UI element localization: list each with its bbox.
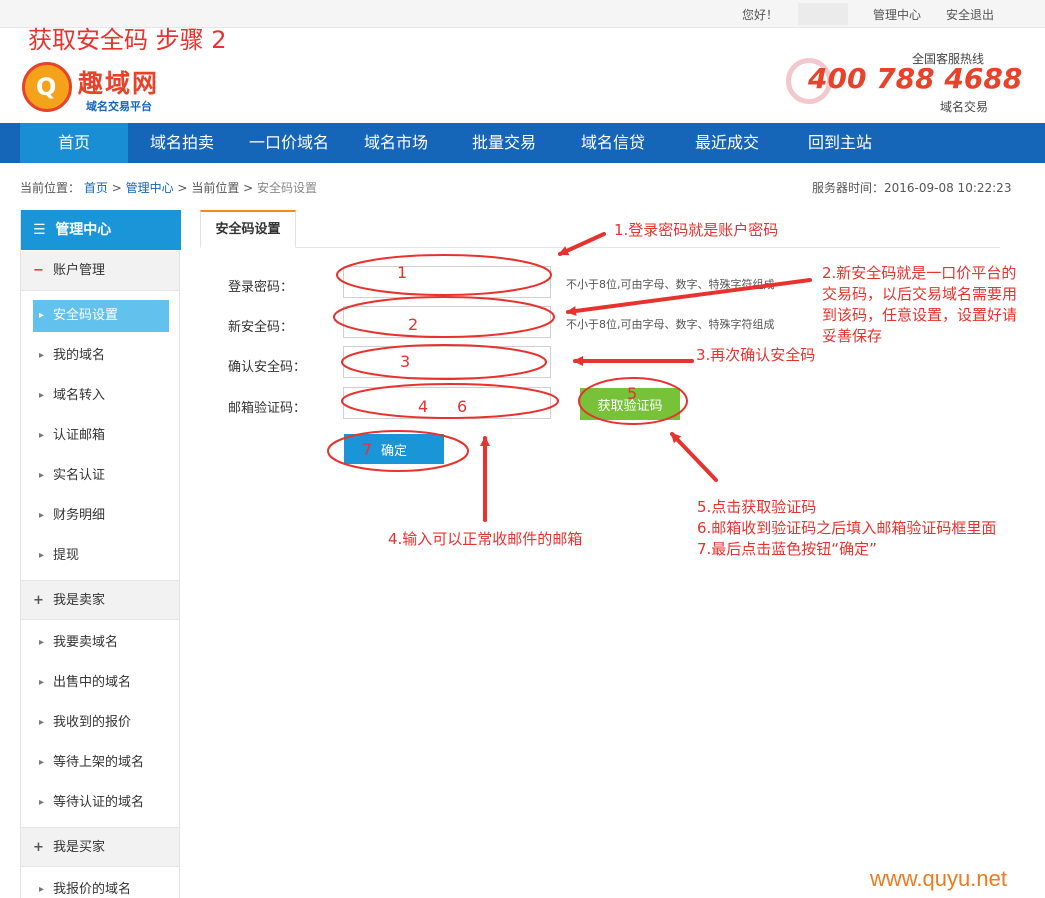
tab-bar: 安全码设置 xyxy=(200,210,1000,248)
logout-link[interactable]: 安全退出 xyxy=(946,6,994,23)
nav-item-home[interactable]: 首页 xyxy=(20,123,128,163)
step-number: 2 xyxy=(408,315,419,334)
nav-item-fixed-price[interactable]: 一口价域名 xyxy=(236,123,342,163)
server-time: 服务器时间：2016-09-08 10:22:23 xyxy=(812,181,1012,195)
step-number: 3 xyxy=(400,352,411,371)
sidebar-group-account[interactable]: − 账户管理 xyxy=(21,251,179,291)
breadcrumb: 当前位置： 首页 > 管理中心 > 当前位置 > 安全码设置 xyxy=(20,179,317,196)
hotline-number: 400 788 4688 xyxy=(808,62,1023,95)
breadcrumb-separator: > xyxy=(243,181,254,195)
hotline-sub: 域名交易 xyxy=(940,100,989,114)
breadcrumb-separator: > xyxy=(177,181,188,195)
sidebar-item-my-offers[interactable]: 我报价的域名 xyxy=(33,874,169,898)
logo-icon: Q xyxy=(22,62,72,112)
menu-icon: ☰ xyxy=(33,222,46,238)
expand-icon: + xyxy=(33,593,44,608)
breadcrumb-home[interactable]: 首页 xyxy=(84,181,108,195)
breadcrumb-current: 当前位置 xyxy=(191,181,240,195)
admin-center-link[interactable]: 管理中心 xyxy=(873,6,921,23)
breadcrumb-separator: > xyxy=(111,181,122,195)
confirm-code-label: 确认安全码： xyxy=(228,360,307,375)
nav-item-bulk[interactable]: 批量交易 xyxy=(450,123,558,163)
step-number: 7 xyxy=(362,440,373,459)
annotation-3: 3.再次确认安全码 xyxy=(696,346,816,364)
new-code-hint: 不小于8位,可由字母、数字、特殊字符组成 xyxy=(566,318,775,331)
sidebar-title: 管理中心 xyxy=(55,222,112,238)
sidebar-header: ☰ 管理中心 xyxy=(21,210,181,250)
step-number: 1 xyxy=(397,263,408,282)
step-number: 4 xyxy=(418,397,429,416)
watermark: www.quyu.net xyxy=(870,866,1007,891)
logo-name: 趣域网 xyxy=(78,69,160,98)
sidebar-group-buyer[interactable]: + 我是买家 xyxy=(21,827,179,867)
breadcrumb-page: 安全码设置 xyxy=(257,181,318,195)
sidebar-item-my-domains[interactable]: 我的域名 xyxy=(33,340,169,372)
nav-item-recent-deals[interactable]: 最近成交 xyxy=(668,123,786,163)
topbar-divider xyxy=(798,3,848,25)
sidebar-item-real-name[interactable]: 实名认证 xyxy=(33,460,169,492)
annotation-2: 2.新安全码就是一口价平台的 交易码，以后交易域名需要用 到该码，任意设置，设置… xyxy=(822,264,1018,345)
sidebar-group-seller[interactable]: + 我是卖家 xyxy=(21,580,179,620)
sidebar-item-received-offers[interactable]: 我收到的报价 xyxy=(33,707,169,739)
expand-icon: + xyxy=(33,840,44,855)
breadcrumb-prefix: 当前位置： xyxy=(20,181,81,195)
site-logo[interactable]: Q 趣域网 域名交易平台 xyxy=(22,62,182,114)
sidebar-item-awaiting-listing[interactable]: 等待上架的域名 xyxy=(33,747,169,779)
nav-item-market[interactable]: 域名市场 xyxy=(342,123,450,163)
nav-item-main-site[interactable]: 回到主站 xyxy=(786,123,894,163)
sidebar-group-label: 我是买家 xyxy=(53,840,106,855)
email-code-label: 邮箱验证码： xyxy=(228,401,307,416)
tab-security-code[interactable]: 安全码设置 xyxy=(200,210,296,248)
sidebar-item-sell-domain[interactable]: 我要卖域名 xyxy=(33,627,169,659)
step-number: 5 xyxy=(627,384,638,403)
annotation-1: 1.登录密码就是账户密码 xyxy=(614,221,779,239)
breadcrumb-admin[interactable]: 管理中心 xyxy=(126,181,174,195)
nav-item-auction[interactable]: 域名拍卖 xyxy=(128,123,236,163)
main-nav: 首页 域名拍卖 一口价域名 域名市场 批量交易 域名信贷 最近成交 回到主站 xyxy=(0,123,1045,163)
password-hint: 不小于8位,可由字母、数字、特殊字符组成 xyxy=(566,278,775,291)
login-password-input[interactable] xyxy=(343,266,551,298)
sidebar-item-awaiting-verification[interactable]: 等待认证的域名 xyxy=(33,787,169,819)
sidebar-item-verify-email[interactable]: 认证邮箱 xyxy=(33,420,169,452)
new-code-input[interactable] xyxy=(343,306,551,338)
collapse-icon: − xyxy=(33,263,44,278)
sidebar-item-transfer-in[interactable]: 域名转入 xyxy=(33,380,169,412)
nav-item-credit[interactable]: 域名信贷 xyxy=(558,123,668,163)
annotation-5: 5.点击获取验证码 6.邮箱收到验证码之后填入邮箱验证码框里面 7.最后点击蓝色… xyxy=(697,498,997,558)
new-code-label: 新安全码： xyxy=(228,320,294,335)
sidebar-item-on-sale[interactable]: 出售中的域名 xyxy=(33,667,169,699)
greeting-text: 您好！ xyxy=(742,8,779,22)
login-password-label: 登录密码： xyxy=(228,280,294,295)
sidebar-group-label: 账户管理 xyxy=(53,263,106,278)
arrow xyxy=(670,432,718,482)
logo-tagline: 域名交易平台 xyxy=(86,100,152,113)
sidebar: ☰ 管理中心 −账户管理 安全码设置 我的域名 域名转入 认证邮箱 实名认证 财… xyxy=(20,210,181,898)
confirm-code-input[interactable] xyxy=(343,346,551,378)
confirm-button[interactable]: 确定 xyxy=(344,434,444,464)
sidebar-item-withdraw[interactable]: 提现 xyxy=(33,540,169,572)
step-title: 获取安全码 步骤 2 xyxy=(28,26,227,54)
step-number: 6 xyxy=(457,397,468,416)
sidebar-item-finance[interactable]: 财务明细 xyxy=(33,500,169,532)
sidebar-group-label: 我是卖家 xyxy=(53,593,106,608)
annotation-4: 4.输入可以正常收邮件的邮箱 xyxy=(388,530,583,548)
email-code-input[interactable] xyxy=(343,387,551,419)
sidebar-item-security-code[interactable]: 安全码设置 xyxy=(33,300,169,332)
